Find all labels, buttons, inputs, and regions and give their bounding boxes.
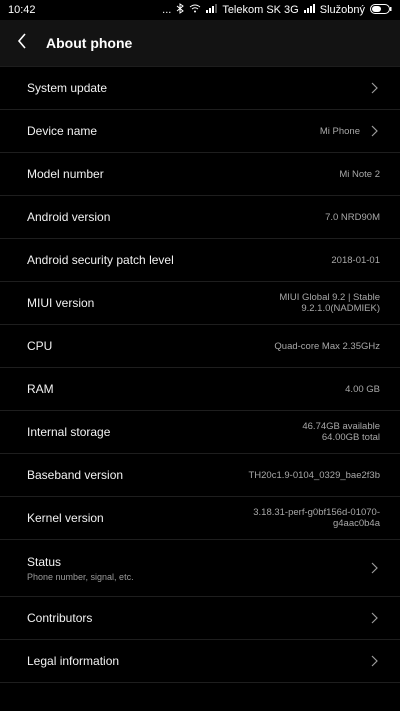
item-value: Quad-core Max 2.35GHz [274, 340, 380, 352]
battery-icon [370, 3, 392, 17]
status-bar: 10:42 ... Telekom SK 3G Služobný [0, 0, 400, 20]
item-label: Status [27, 554, 62, 569]
item-label: Device name [27, 124, 98, 138]
item-value: 46.74GB available 64.00GB total [302, 421, 380, 443]
list-item-cpu[interactable]: CPU Quad-core Max 2.35GHz [0, 325, 400, 368]
item-value-line2: 9.2.1.0(NADMIEK) [301, 303, 380, 314]
item-value-line2: g4aac0b4a [332, 518, 380, 529]
carrier-name: Telekom SK 3G [222, 4, 299, 16]
list-item-contributors[interactable]: Contributors [0, 597, 400, 640]
item-value-line1: 3.18.31-perf-g0bf156d-01070- [253, 507, 380, 518]
item-label: Android security patch level [27, 253, 174, 267]
item-label: MIUI version [27, 296, 95, 310]
bluetooth-icon [176, 3, 185, 17]
list-item-miui-version[interactable]: MIUI version MIUI Global 9.2 | Stable 9.… [0, 282, 400, 325]
chevron-right-icon [368, 81, 380, 95]
item-value: 2018-01-01 [331, 254, 380, 266]
item-value: MIUI Global 9.2 | Stable 9.2.1.0(NADMIEK… [279, 292, 380, 314]
item-value: 7.0 NRD90M [325, 211, 380, 223]
item-label: System update [27, 81, 108, 95]
settings-list: System update Device name Mi Phone Model… [0, 67, 400, 683]
list-item-system-update[interactable]: System update [0, 67, 400, 110]
chevron-right-icon [368, 124, 380, 138]
item-value-line2: 64.00GB total [321, 432, 380, 443]
list-item-ram[interactable]: RAM 4.00 GB [0, 368, 400, 411]
item-label: RAM [27, 382, 54, 396]
item-label: Kernel version [27, 511, 104, 525]
list-item-internal-storage[interactable]: Internal storage 46.74GB available 64.00… [0, 411, 400, 454]
notification-dots: ... [162, 4, 172, 16]
signal-icon-1 [206, 4, 218, 16]
item-value: 4.00 GB [345, 383, 380, 395]
item-sublabel: Phone number, signal, etc. [27, 571, 134, 582]
list-item-security-patch[interactable]: Android security patch level 2018-01-01 [0, 239, 400, 282]
item-value-line1: MIUI Global 9.2 | Stable [279, 292, 380, 303]
item-value: Mi Phone [319, 125, 360, 137]
item-value-line1: 46.74GB available [302, 421, 380, 432]
list-item-status[interactable]: Status Phone number, signal, etc. [0, 540, 400, 597]
wifi-icon [189, 4, 201, 16]
chevron-left-icon [17, 32, 27, 54]
item-label: Baseband version [27, 468, 124, 482]
item-value: Mi Note 2 [339, 168, 380, 180]
status-time: 10:42 [8, 4, 36, 16]
list-item-legal-information[interactable]: Legal information [0, 640, 400, 683]
app-bar: About phone [0, 20, 400, 67]
item-label: CPU [27, 339, 53, 353]
list-item-model-number[interactable]: Model number Mi Note 2 [0, 153, 400, 196]
item-label: Legal information [27, 654, 120, 668]
profile-name: Služobný [319, 4, 365, 16]
list-item-kernel-version[interactable]: Kernel version 3.18.31-perf-g0bf156d-010… [0, 497, 400, 540]
list-item-android-version[interactable]: Android version 7.0 NRD90M [0, 196, 400, 239]
list-item-baseband-version[interactable]: Baseband version TH20c1.9-0104_0329_bae2… [0, 454, 400, 497]
item-value: 3.18.31-perf-g0bf156d-01070- g4aac0b4a [253, 507, 380, 529]
item-label: Internal storage [27, 425, 111, 439]
item-label: Contributors [27, 611, 93, 625]
chevron-right-icon [368, 611, 380, 625]
item-value: TH20c1.9-0104_0329_bae2f3b [248, 469, 380, 481]
list-item-device-name[interactable]: Device name Mi Phone [0, 110, 400, 153]
chevron-right-icon [368, 654, 380, 668]
signal-icon-2 [303, 4, 315, 16]
item-label: Model number [27, 167, 104, 181]
back-button[interactable] [12, 32, 32, 54]
page-title: About phone [46, 35, 133, 51]
chevron-right-icon [368, 561, 380, 575]
item-label: Android version [27, 210, 111, 224]
